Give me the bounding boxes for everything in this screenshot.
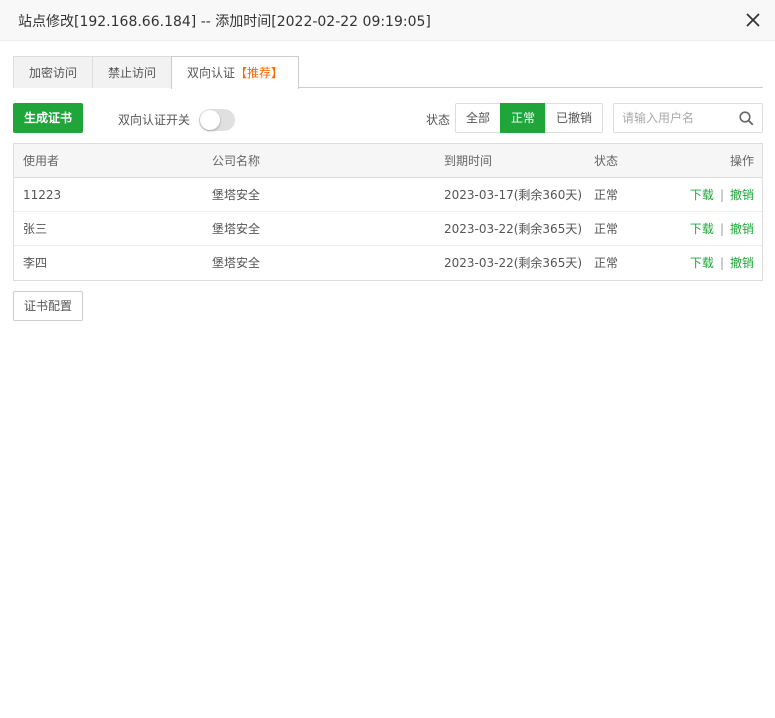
tab-mutual-auth[interactable]: 双向认证【推荐】: [171, 56, 299, 89]
filter-all-button[interactable]: 全部: [455, 103, 501, 133]
column-header-company: 公司名称: [212, 154, 261, 168]
cell-actions: 下载 | 撤销: [690, 246, 754, 280]
action-separator: |: [719, 188, 724, 202]
generate-certificate-button[interactable]: 生成证书: [13, 103, 83, 133]
revoke-link[interactable]: 撤销: [730, 256, 754, 270]
mutual-auth-toggle[interactable]: [199, 109, 235, 131]
dialog-title-bar: 站点修改[192.168.66.184] -- 添加时间[2022-02-22 …: [0, 0, 775, 41]
table-row: 张三 堡塔安全 2023-03-22(剩余365天) 正常 下载 | 撤销: [14, 212, 762, 246]
download-link[interactable]: 下载: [690, 222, 714, 236]
column-header-actions: 操作: [729, 154, 754, 168]
cell-user: 李四: [23, 256, 48, 270]
cell-actions: 下载 | 撤销: [690, 212, 754, 246]
table-row: 李四 堡塔安全 2023-03-22(剩余365天) 正常 下载 | 撤销: [14, 246, 762, 280]
search-icon[interactable]: [739, 111, 754, 126]
tab-encrypted-access[interactable]: 加密访问: [13, 56, 93, 88]
tab-label: 禁止访问: [107, 66, 156, 80]
download-link[interactable]: 下载: [690, 256, 714, 270]
tab-bar: 加密访问 禁止访问 双向认证【推荐】: [13, 56, 763, 89]
action-separator: |: [719, 222, 724, 236]
filter-normal-button[interactable]: 正常: [500, 103, 546, 133]
cell-company: 堡塔安全: [212, 222, 261, 236]
cell-expiry: 2023-03-22(剩余365天): [444, 222, 583, 236]
tab-label: 加密访问: [28, 66, 77, 80]
certificate-table: 使用者 公司名称 到期时间 状态 操作 11223 堡塔安全 2023-03-1…: [13, 143, 763, 281]
table-row: 11223 堡塔安全 2023-03-17(剩余360天) 正常 下载 | 撤销: [14, 178, 762, 212]
cell-company: 堡塔安全: [212, 256, 261, 270]
cell-expiry: 2023-03-22(剩余365天): [444, 256, 583, 270]
action-separator: |: [719, 256, 724, 270]
search-input[interactable]: [622, 109, 732, 127]
column-header-expiry: 到期时间: [444, 154, 493, 168]
cell-status: 正常: [594, 256, 619, 270]
revoke-link[interactable]: 撤销: [730, 188, 754, 202]
certificate-config-button[interactable]: 证书配置: [13, 291, 83, 321]
toggle-knob: [200, 110, 220, 130]
cell-expiry: 2023-03-17(剩余360天): [444, 188, 583, 202]
tab-label: 双向认证: [186, 66, 235, 80]
mutual-auth-switch-label: 双向认证开关: [118, 113, 191, 127]
dialog-title: 站点修改[192.168.66.184] -- 添加时间[2022-02-22 …: [18, 14, 431, 30]
column-header-status: 状态: [594, 154, 619, 168]
tab-forbidden-access[interactable]: 禁止访问: [92, 56, 172, 88]
cell-user: 11223: [23, 188, 62, 202]
filter-revoked-button[interactable]: 已撤销: [545, 103, 603, 133]
recommended-badge: 【推荐】: [235, 66, 284, 80]
table-header: 使用者 公司名称 到期时间 状态 操作: [14, 144, 762, 178]
revoke-link[interactable]: 撤销: [730, 222, 754, 236]
download-link[interactable]: 下载: [690, 188, 714, 202]
status-filter-label: 状态: [426, 113, 451, 127]
cell-status: 正常: [594, 222, 619, 236]
search-box: [613, 103, 763, 133]
cell-company: 堡塔安全: [212, 188, 261, 202]
cell-status: 正常: [594, 188, 619, 202]
column-header-user: 使用者: [23, 154, 60, 168]
cell-user: 张三: [23, 222, 48, 236]
cell-actions: 下载 | 撤销: [690, 178, 754, 212]
close-icon[interactable]: [745, 12, 761, 28]
